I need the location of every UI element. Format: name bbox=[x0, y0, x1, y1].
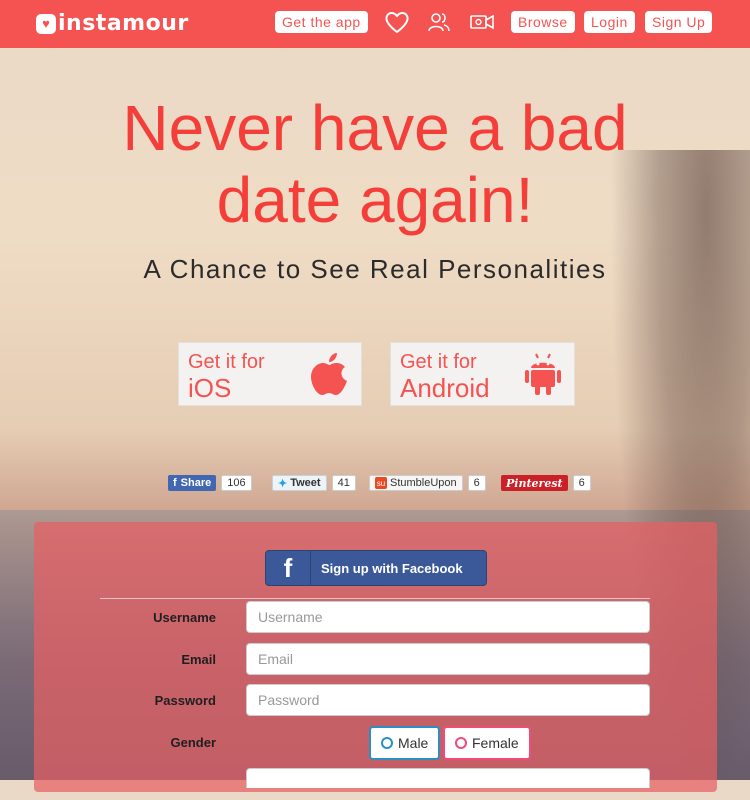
android-button-line-2: Android bbox=[400, 373, 490, 403]
apple-icon bbox=[311, 353, 347, 395]
android-icon bbox=[525, 353, 561, 395]
signup-form-panel: f Sign up with Facebook Username Email P… bbox=[34, 522, 717, 792]
android-button-line-1: Get it for bbox=[400, 351, 477, 373]
hero-title-line-2: date again! bbox=[216, 164, 534, 236]
ios-download-button[interactable]: Get it for iOS bbox=[178, 342, 362, 406]
logo[interactable]: ♥ instamour bbox=[36, 11, 189, 36]
password-input[interactable] bbox=[246, 684, 650, 716]
password-label: Password bbox=[154, 693, 216, 708]
pinterest-count: 6 bbox=[572, 475, 591, 491]
get-app-button[interactable]: Get the app bbox=[275, 11, 368, 33]
gender-male-label: Male bbox=[398, 735, 429, 751]
android-download-button[interactable]: Get it for Android bbox=[390, 342, 575, 406]
pinterest-widget[interactable]: Pinterest 6 bbox=[501, 475, 591, 491]
next-field-partial[interactable] bbox=[246, 768, 650, 788]
facebook-icon: f bbox=[266, 551, 311, 585]
ios-button-line-2: iOS bbox=[188, 373, 232, 403]
heart-logo-icon: ♥ bbox=[36, 13, 56, 34]
facebook-signup-button[interactable]: f Sign up with Facebook bbox=[265, 550, 487, 586]
stumbleupon-widget[interactable]: su StumbleUpon 6 bbox=[369, 475, 486, 491]
heart-icon[interactable] bbox=[384, 10, 410, 34]
email-input[interactable] bbox=[246, 643, 650, 675]
facebook-signup-label: Sign up with Facebook bbox=[321, 560, 463, 576]
gender-female-label: Female bbox=[472, 735, 519, 751]
twitter-tweet-widget[interactable]: ✦ Tweet 41 bbox=[272, 475, 356, 491]
hero-subtitle: A Chance to See Real Personalities bbox=[143, 254, 607, 284]
gender-female-option[interactable]: Female bbox=[443, 726, 531, 760]
stumbleupon-label: StumbleUpon bbox=[390, 477, 457, 489]
email-label: Email bbox=[181, 652, 216, 667]
gender-male-option[interactable]: Male bbox=[369, 726, 441, 760]
twitter-tweet-label: Tweet bbox=[290, 477, 321, 489]
ios-button-line-1: Get it for bbox=[188, 351, 265, 373]
gender-label: Gender bbox=[170, 735, 216, 750]
twitter-tweet-count: 41 bbox=[331, 475, 356, 491]
users-icon[interactable] bbox=[427, 10, 451, 34]
browse-button[interactable]: Browse bbox=[511, 11, 575, 33]
hero-title: Never have a bad date again! bbox=[0, 92, 750, 236]
hero-title-line-1: Never have a bad bbox=[122, 92, 628, 164]
top-nav-bar: ♥ instamour Get the app Browse Login Sig… bbox=[0, 0, 750, 48]
stumbleupon-icon: su bbox=[375, 477, 387, 489]
username-input[interactable] bbox=[246, 601, 650, 633]
form-divider bbox=[100, 598, 650, 599]
brand-name: instamour bbox=[58, 11, 189, 36]
login-button[interactable]: Login bbox=[584, 11, 635, 33]
username-label: Username bbox=[153, 610, 216, 625]
twitter-bird-icon: ✦ bbox=[278, 477, 288, 490]
pinterest-label: Pinterest bbox=[506, 476, 563, 490]
facebook-small-icon: f bbox=[173, 477, 177, 489]
stumbleupon-count: 6 bbox=[467, 475, 486, 491]
signup-button[interactable]: Sign Up bbox=[645, 11, 713, 33]
video-icon[interactable] bbox=[469, 10, 495, 34]
male-radio-icon bbox=[381, 737, 393, 749]
facebook-share-widget[interactable]: f Share 106 bbox=[168, 475, 252, 491]
facebook-share-label: Share bbox=[180, 477, 212, 489]
female-radio-icon bbox=[455, 737, 467, 749]
facebook-share-count: 106 bbox=[221, 475, 252, 491]
